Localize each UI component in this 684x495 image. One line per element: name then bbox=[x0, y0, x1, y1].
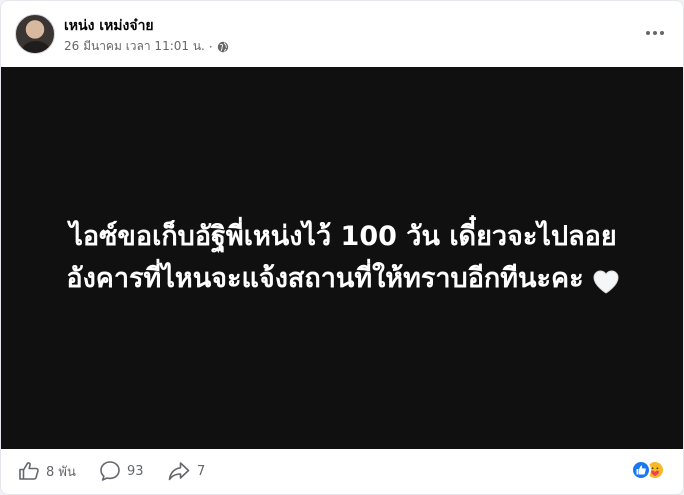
author-name[interactable]: เหน่ง เหม่งจ๋าย bbox=[64, 15, 154, 37]
post-image[interactable]: ไอซ์ขอเก็บอัฐิพี่เหน่งไว้ 100 วัน เดี๋ยว… bbox=[1, 67, 683, 449]
share-button[interactable]: 7 bbox=[167, 459, 205, 483]
author-avatar[interactable] bbox=[15, 14, 55, 54]
comment-button[interactable]: 93 bbox=[99, 459, 144, 483]
post-timestamp[interactable]: 26 มีนาคม เวลา 11:01 น. bbox=[64, 37, 205, 56]
share-count: 7 bbox=[197, 463, 206, 479]
globe-icon[interactable] bbox=[217, 41, 229, 53]
meta-separator: · bbox=[208, 39, 213, 54]
comment-icon bbox=[100, 461, 120, 481]
reaction-summary[interactable] bbox=[631, 458, 669, 482]
share-icon bbox=[168, 462, 190, 481]
like-icon bbox=[19, 462, 39, 480]
comment-count: 93 bbox=[127, 463, 144, 479]
image-text-line-1: ไอซ์ขอเก็บอัฐิพี่เหน่งไว้ 100 วัน เดี๋ยว… bbox=[69, 221, 617, 252]
image-text-line-2-row: อังคารที่ไหนจะแจ้งสถานที่ให้ทราบอีกทีนะค… bbox=[66, 258, 619, 300]
white-heart-icon bbox=[592, 266, 620, 294]
post-header: เหน่ง เหม่งจ๋าย 26 มีนาคม เวลา 11:01 น. … bbox=[1, 1, 683, 67]
like-count: 8 พัน bbox=[46, 464, 76, 480]
post-card: เหน่ง เหม่งจ๋าย 26 มีนาคม เวลา 11:01 น. … bbox=[0, 0, 684, 495]
like-button[interactable]: 8 พัน bbox=[18, 459, 76, 483]
post-footer: 8 พัน 93 7 bbox=[1, 449, 683, 494]
like-reaction-icon bbox=[631, 460, 651, 480]
more-options-icon[interactable] bbox=[643, 23, 667, 43]
post-meta: 26 มีนาคม เวลา 11:01 น. · bbox=[64, 37, 229, 56]
image-text-line-2: อังคารที่ไหนจะแจ้งสถานที่ให้ทราบอีกทีนะค… bbox=[66, 263, 584, 294]
